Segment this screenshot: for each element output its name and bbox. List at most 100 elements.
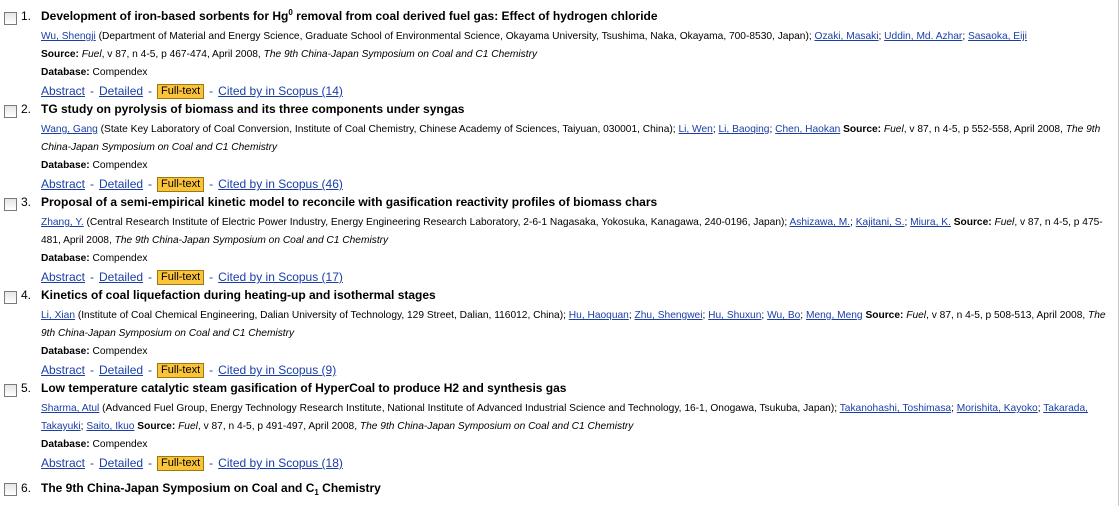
author-link[interactable]: Takanohashi, Toshimasa bbox=[840, 403, 951, 414]
link-separator: - bbox=[209, 84, 214, 98]
fulltext-button[interactable]: Full-text bbox=[157, 177, 205, 192]
result-body: Proposal of a semi-empirical kinetic mod… bbox=[41, 195, 1108, 286]
author-affiliation: (Advanced Fuel Group, Energy Technology … bbox=[99, 403, 835, 414]
abstract-link[interactable]: Abstract bbox=[41, 84, 85, 98]
select-checkbox[interactable] bbox=[4, 12, 17, 25]
author-link[interactable]: Hu, Haoquan bbox=[569, 310, 629, 321]
link-separator: - bbox=[90, 363, 95, 377]
database-value: Compendex bbox=[92, 160, 148, 171]
fulltext-button[interactable]: Full-text bbox=[157, 456, 205, 471]
author-source-line: Wu, Shengji (Department of Material and … bbox=[41, 28, 1108, 64]
author-link[interactable]: Li, Wen bbox=[678, 124, 712, 135]
source-journal: Fuel bbox=[883, 124, 904, 135]
author-link[interactable]: Wu, Bo bbox=[767, 310, 800, 321]
title-text: Kinetics of coal liquefaction during hea… bbox=[41, 288, 436, 302]
author-link[interactable]: Hu, Shuxun bbox=[708, 310, 761, 321]
author-link[interactable]: Sharma, Atul bbox=[41, 403, 99, 414]
result-number: 4. bbox=[21, 288, 32, 302]
author-link[interactable]: Li, Xian bbox=[41, 310, 75, 321]
author-link[interactable]: Morishita, Kayoko bbox=[957, 403, 1038, 414]
author-link[interactable]: Wang, Gang bbox=[41, 124, 98, 135]
source-details: , v 87, n 4-5, p 467-474, April 2008, bbox=[101, 49, 264, 60]
result-number: 3. bbox=[21, 195, 32, 209]
fulltext-button[interactable]: Full-text bbox=[157, 270, 205, 285]
author-link[interactable]: Ashizawa, M. bbox=[789, 217, 850, 228]
abstract-link[interactable]: Abstract bbox=[41, 456, 85, 470]
result-title[interactable]: Kinetics of coal liquefaction during hea… bbox=[41, 288, 1108, 302]
database-value: Compendex bbox=[92, 67, 148, 78]
select-checkbox[interactable] bbox=[4, 483, 17, 496]
database-line: Database: Compendex bbox=[41, 250, 1108, 268]
link-separator: - bbox=[90, 84, 95, 98]
author-link[interactable]: Uddin, Md. Azhar bbox=[884, 31, 962, 42]
detailed-link[interactable]: Detailed bbox=[99, 363, 143, 377]
detailed-link[interactable]: Detailed bbox=[99, 270, 143, 284]
result-title[interactable]: Low temperature catalytic steam gasifica… bbox=[41, 381, 1108, 395]
author-link[interactable]: Saito, Ikuo bbox=[86, 421, 134, 432]
source-journal: Fuel bbox=[906, 310, 927, 321]
database-label: Database: bbox=[41, 346, 90, 357]
author-link[interactable]: Meng, Meng bbox=[806, 310, 863, 321]
database-value: Compendex bbox=[92, 253, 148, 264]
database-line: Database: Compendex bbox=[41, 64, 1108, 82]
result-title[interactable]: Proposal of a semi-empirical kinetic mod… bbox=[41, 195, 1108, 209]
cited-by-link[interactable]: Cited by in Scopus (9) bbox=[218, 363, 336, 377]
abstract-link[interactable]: Abstract bbox=[41, 177, 85, 191]
source-label: Source: bbox=[843, 124, 882, 135]
result-links: Abstract - Detailed - Full-text - Cited by in … bbox=[41, 82, 1108, 100]
database-line: Database: Compendex bbox=[41, 343, 1108, 361]
detailed-link[interactable]: Detailed bbox=[99, 456, 143, 470]
result-body: Development of iron-based sorbents for H… bbox=[41, 9, 1108, 100]
result-number: 1. bbox=[21, 9, 32, 23]
fulltext-button[interactable]: Full-text bbox=[157, 363, 205, 378]
select-checkbox[interactable] bbox=[4, 198, 17, 211]
source-details: , v 87, n 4-5, p 552-558, April 2008, bbox=[903, 124, 1066, 135]
author-source-line: Li, Xian (Institute of Coal Chemical Eng… bbox=[41, 307, 1108, 343]
source-journal: Fuel bbox=[81, 49, 102, 60]
fulltext-button[interactable]: Full-text bbox=[157, 84, 205, 99]
source-conference: The 9th China-Japan Symposium on Coal an… bbox=[263, 49, 538, 60]
author-link[interactable]: Chen, Haokan bbox=[775, 124, 840, 135]
author-link[interactable]: Miura, K. bbox=[910, 217, 951, 228]
result-body: Kinetics of coal liquefaction during hea… bbox=[41, 288, 1108, 379]
author-link[interactable]: Li, Baoqing bbox=[718, 124, 769, 135]
link-separator: - bbox=[148, 177, 153, 191]
source-conference: The 9th China-Japan Symposium on Coal an… bbox=[359, 421, 634, 432]
select-checkbox[interactable] bbox=[4, 291, 17, 304]
author-link[interactable]: Ozaki, Masaki bbox=[815, 31, 879, 42]
result-title[interactable]: Development of iron-based sorbents for H… bbox=[41, 9, 1108, 24]
title-text: Low temperature catalytic steam gasifica… bbox=[41, 381, 567, 395]
select-checkbox[interactable] bbox=[4, 384, 17, 397]
author-link[interactable]: Sasaoka, Eiji bbox=[968, 31, 1027, 42]
link-separator: - bbox=[148, 456, 153, 470]
cited-by-link[interactable]: Cited by in Scopus (18) bbox=[218, 456, 343, 470]
author-affiliation: (Institute of Coal Chemical Engineering,… bbox=[74, 310, 564, 321]
select-checkbox[interactable] bbox=[4, 105, 17, 118]
database-label: Database: bbox=[41, 439, 90, 450]
link-separator: - bbox=[148, 84, 153, 98]
title-text: Development of iron-based sorbents for H… bbox=[41, 9, 289, 23]
result-title[interactable]: The 9th China-Japan Symposium on Coal an… bbox=[41, 481, 1108, 497]
cited-by-link[interactable]: Cited by in Scopus (14) bbox=[218, 84, 343, 98]
author-link[interactable]: Kajitani, S. bbox=[856, 217, 905, 228]
cited-by-link[interactable]: Cited by in Scopus (46) bbox=[218, 177, 343, 191]
detailed-link[interactable]: Detailed bbox=[99, 177, 143, 191]
source-journal: Fuel bbox=[994, 217, 1015, 228]
detailed-link[interactable]: Detailed bbox=[99, 84, 143, 98]
cited-by-link[interactable]: Cited by in Scopus (17) bbox=[218, 270, 343, 284]
link-separator: - bbox=[148, 270, 153, 284]
result-title[interactable]: TG study on pyrolysis of biomass and its… bbox=[41, 102, 1108, 116]
abstract-link[interactable]: Abstract bbox=[41, 270, 85, 284]
author-link[interactable]: Zhu, Shengwei bbox=[635, 310, 703, 321]
abstract-link[interactable]: Abstract bbox=[41, 363, 85, 377]
author-source-line: Sharma, Atul (Advanced Fuel Group, Energ… bbox=[41, 400, 1108, 436]
author-link[interactable]: Zhang, Y. bbox=[41, 217, 84, 228]
result-body: Low temperature catalytic steam gasifica… bbox=[41, 381, 1108, 472]
author-link[interactable]: Wu, Shengji bbox=[41, 31, 96, 42]
source-details: , v 87, n 4-5, p 491-497, April 2008, bbox=[197, 421, 360, 432]
result-number: 5. bbox=[21, 381, 32, 395]
source-conference: The 9th China-Japan Symposium on Coal an… bbox=[114, 235, 389, 246]
link-separator: - bbox=[209, 270, 214, 284]
link-separator: - bbox=[209, 456, 214, 470]
title-text: Proposal of a semi-empirical kinetic mod… bbox=[41, 195, 658, 209]
